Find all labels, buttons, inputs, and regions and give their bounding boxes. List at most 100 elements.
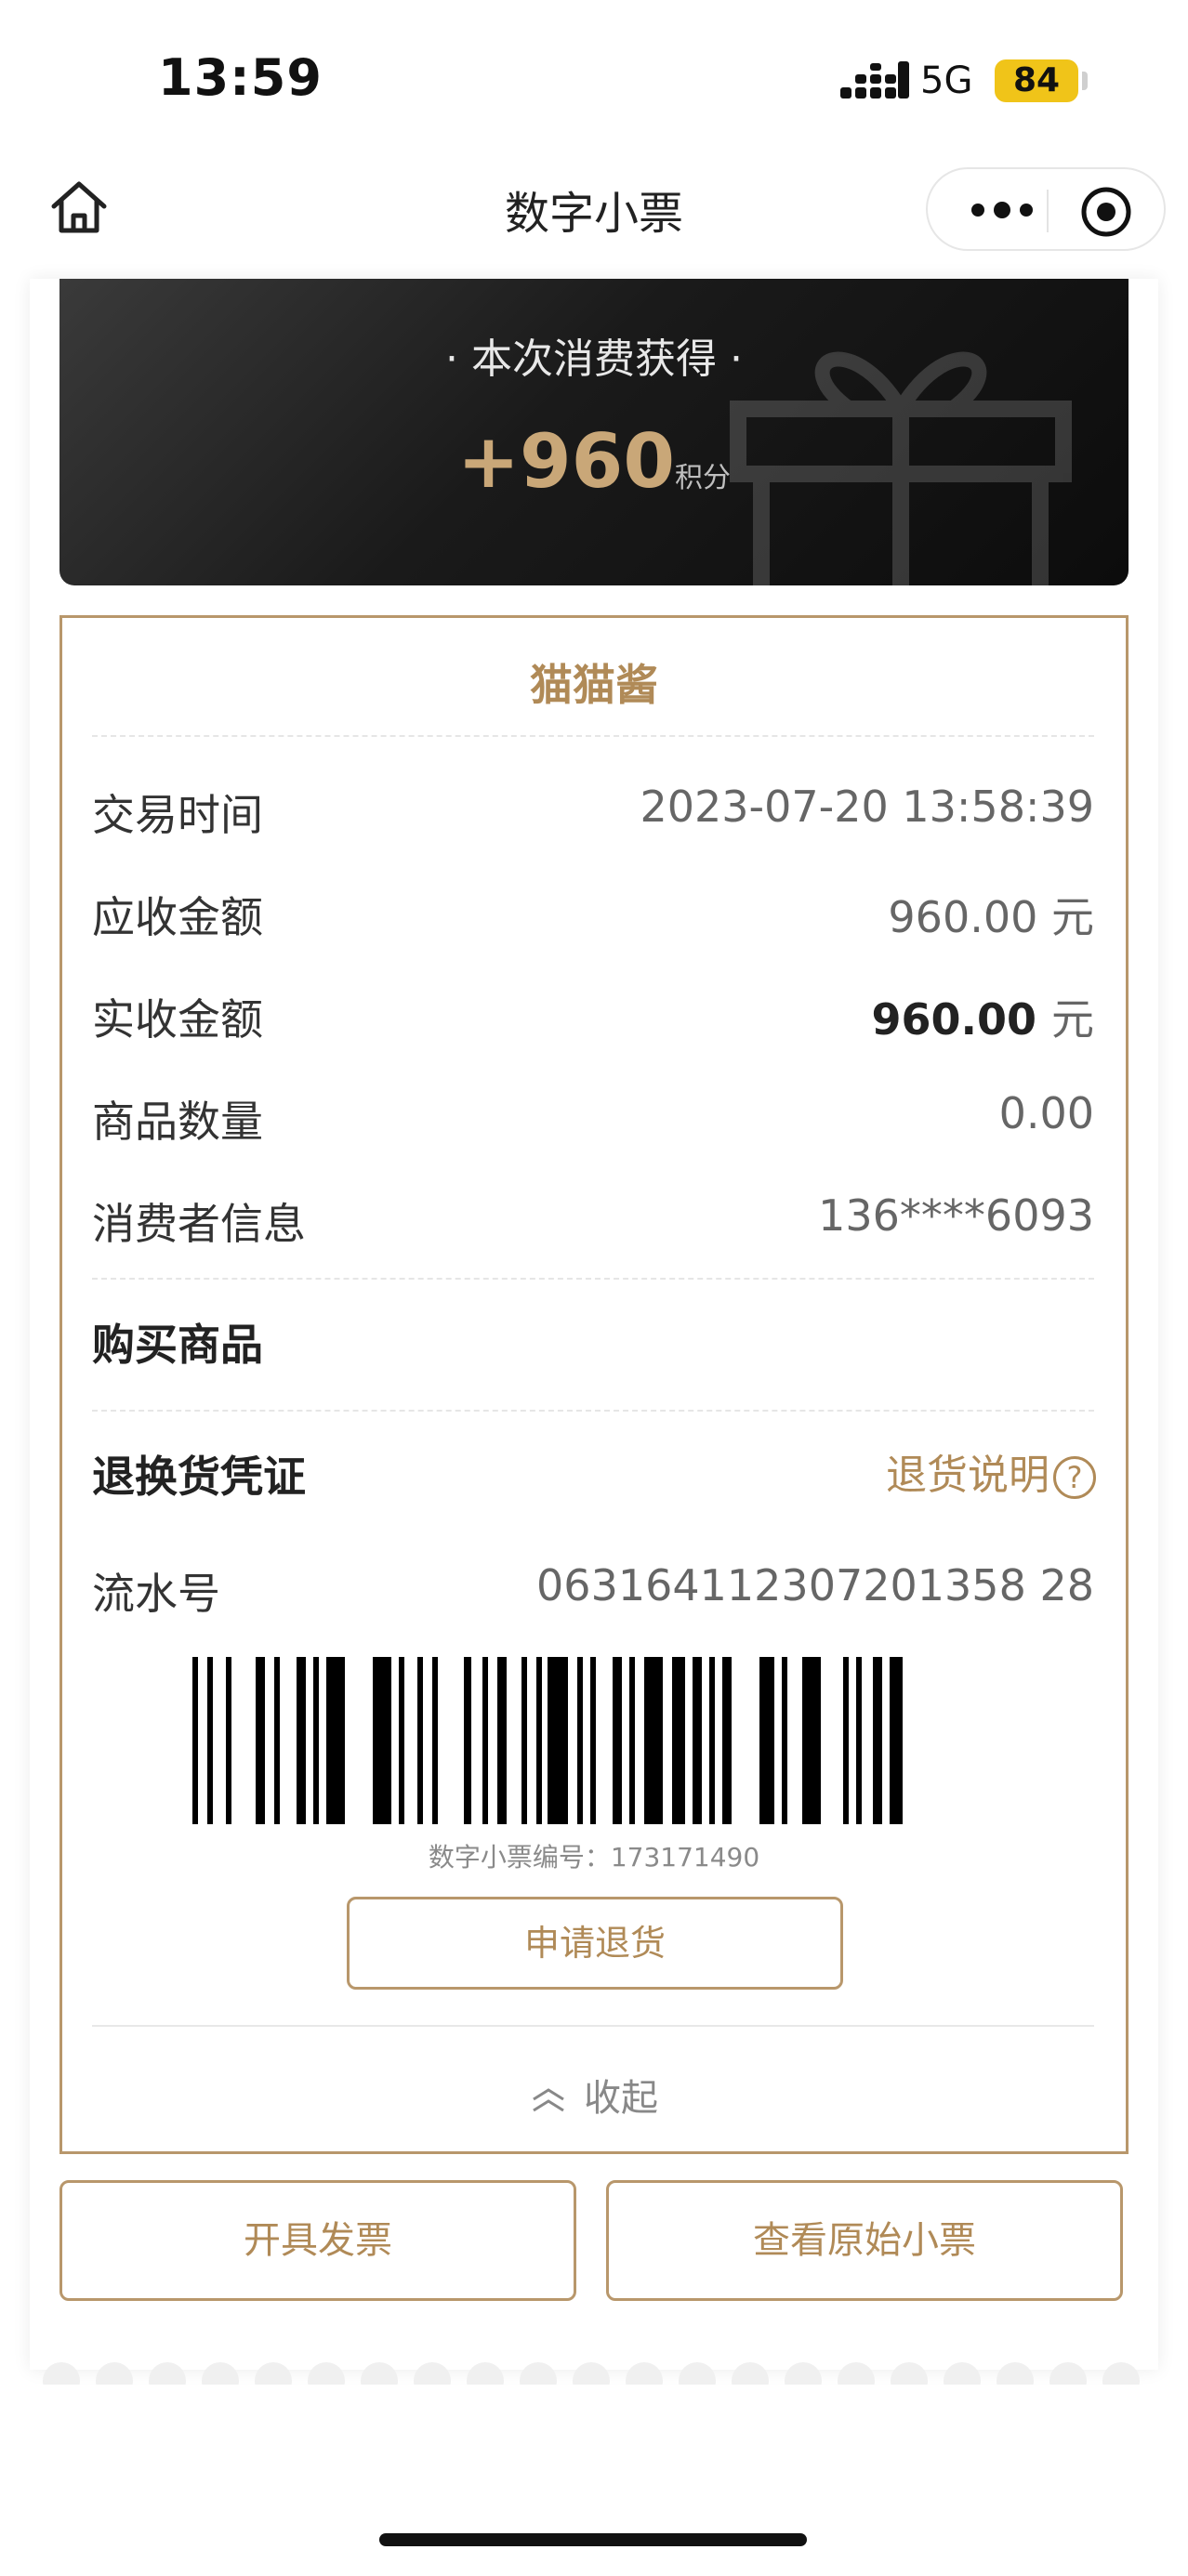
barcode-bar: [192, 1657, 198, 1824]
barcode-bar: [274, 1657, 280, 1824]
divider: [92, 1410, 1094, 1412]
mini-program-capsule: [926, 167, 1166, 251]
barcode-bar: [226, 1657, 231, 1824]
scallop-notch: [96, 2362, 133, 2385]
amount: 960.00: [888, 892, 1038, 942]
barcode-bar: [590, 1657, 596, 1824]
status-bar: 13:59 5G 84: [0, 0, 1188, 149]
scallop-notch: [1049, 2362, 1087, 2385]
barcode: [192, 1657, 903, 1824]
barcode-bar: [802, 1657, 821, 1824]
return-voucher-title: 退换货凭证: [92, 1452, 306, 1502]
barcode-bar: [399, 1657, 404, 1824]
scallop-notch: [414, 2362, 451, 2385]
info-row-paid: 实收金额 960.00 元: [92, 986, 1094, 1051]
signal-icon: [840, 61, 909, 99]
barcode-bar: [722, 1657, 732, 1824]
barcode-bar: [417, 1657, 423, 1824]
points-banner: · 本次消费获得 · +960积分: [59, 279, 1129, 585]
barcode-bar: [856, 1657, 862, 1824]
scallop-notch: [838, 2362, 875, 2385]
barcode-bar: [759, 1657, 774, 1824]
barcode-bar: [482, 1657, 488, 1824]
barcode-bar: [672, 1657, 685, 1824]
battery-tip: [1082, 72, 1088, 90]
home-indicator: [379, 2533, 807, 2546]
more-icon[interactable]: [965, 191, 1039, 229]
scallop-notch: [520, 2362, 557, 2385]
barcode-bar: [890, 1657, 903, 1824]
points-unit: 积分: [675, 462, 732, 494]
row-value: 136****6093: [818, 1190, 1094, 1241]
scallop-notch: [149, 2362, 186, 2385]
help-icon: ?: [1053, 1456, 1096, 1499]
status-time: 13:59: [158, 48, 323, 107]
scallop-notch: [944, 2362, 981, 2385]
row-label: 实收金额: [92, 994, 263, 1045]
currency-unit: 元: [1051, 892, 1094, 942]
scallop-notch: [467, 2362, 504, 2385]
divider: [92, 1278, 1094, 1280]
row-value: 2023-07-20 13:58:39: [640, 782, 1094, 832]
info-row-consumer: 消费者信息 136****6093: [92, 1190, 1094, 1255]
receipt-scallop-edge: [43, 2362, 1140, 2385]
barcode-bar: [313, 1657, 319, 1824]
barcode-bar: [536, 1657, 542, 1824]
view-original-receipt-button[interactable]: 查看原始小票: [606, 2180, 1123, 2301]
serial-value: 063164112307201358 28: [536, 1560, 1094, 1610]
return-policy-link[interactable]: 退货说明?: [886, 1441, 1096, 1501]
scallop-notch: [891, 2362, 928, 2385]
barcode-bar: [613, 1657, 622, 1824]
chevron-up-icon: [533, 2088, 564, 2112]
barcode-bar: [432, 1657, 438, 1824]
row-label: 交易时间: [92, 790, 263, 840]
scallop-notch: [1102, 2362, 1140, 2385]
row-label: 消费者信息: [92, 1199, 306, 1249]
row-value: 960.00 元: [871, 986, 1094, 1047]
apply-refund-button[interactable]: 申请退货: [347, 1897, 843, 1990]
battery-icon: 84: [995, 59, 1078, 102]
row-label: 应收金额: [92, 892, 263, 942]
receipt-number: 数字小票编号：173171490: [428, 1842, 760, 1873]
info-row-receivable: 应收金额 960.00 元: [92, 884, 1094, 949]
points-value: +960: [456, 418, 676, 505]
capsule-divider: [1047, 190, 1049, 232]
points-earned: +960积分: [59, 418, 1129, 505]
barcode-bar: [521, 1657, 527, 1824]
scallop-notch: [626, 2362, 663, 2385]
purchased-goods-title: 购买商品: [92, 1320, 263, 1370]
serial-row: 流水号 063164112307201358 28: [92, 1560, 1094, 1625]
issue-invoice-button[interactable]: 开具发票: [59, 2180, 576, 2301]
divider: [92, 2025, 1094, 2027]
info-row-transaction-time: 交易时间 2023-07-20 13:58:39: [92, 782, 1094, 847]
barcode-bar: [326, 1657, 345, 1824]
scallop-notch: [308, 2362, 345, 2385]
close-target-icon[interactable]: [1080, 186, 1132, 238]
receipt-card: 猫猫酱 交易时间 2023-07-20 13:58:39 应收金额 960.00…: [59, 615, 1129, 2154]
barcode-bar: [548, 1657, 568, 1824]
return-policy-label: 退货说明: [886, 1452, 1049, 1499]
collapse-label: 收起: [584, 2077, 658, 2120]
barcode-bar: [464, 1657, 471, 1824]
scallop-notch: [573, 2362, 610, 2385]
barcode-bar: [644, 1657, 663, 1824]
row-value: 960.00 元: [888, 884, 1094, 945]
row-label: 商品数量: [92, 1097, 263, 1147]
barcode-bar: [709, 1657, 715, 1824]
barcode-bar: [256, 1657, 265, 1824]
collapse-toggle[interactable]: 收起: [62, 2068, 1126, 2122]
network-type: 5G: [920, 59, 973, 102]
info-row-quantity: 商品数量 0.00: [92, 1088, 1094, 1153]
points-subtitle: · 本次消费获得 ·: [445, 335, 743, 383]
barcode-bar: [873, 1657, 882, 1824]
battery-level: 84: [1012, 61, 1061, 99]
scallop-notch: [732, 2362, 769, 2385]
serial-label: 流水号: [92, 1569, 220, 1619]
barcode-bar: [373, 1657, 391, 1824]
barcode-bar: [782, 1657, 787, 1824]
scallop-notch: [361, 2362, 398, 2385]
scallop-notch: [997, 2362, 1034, 2385]
scallop-notch: [679, 2362, 716, 2385]
row-value: 0.00: [998, 1088, 1094, 1138]
store-name: 猫猫酱: [530, 660, 658, 710]
